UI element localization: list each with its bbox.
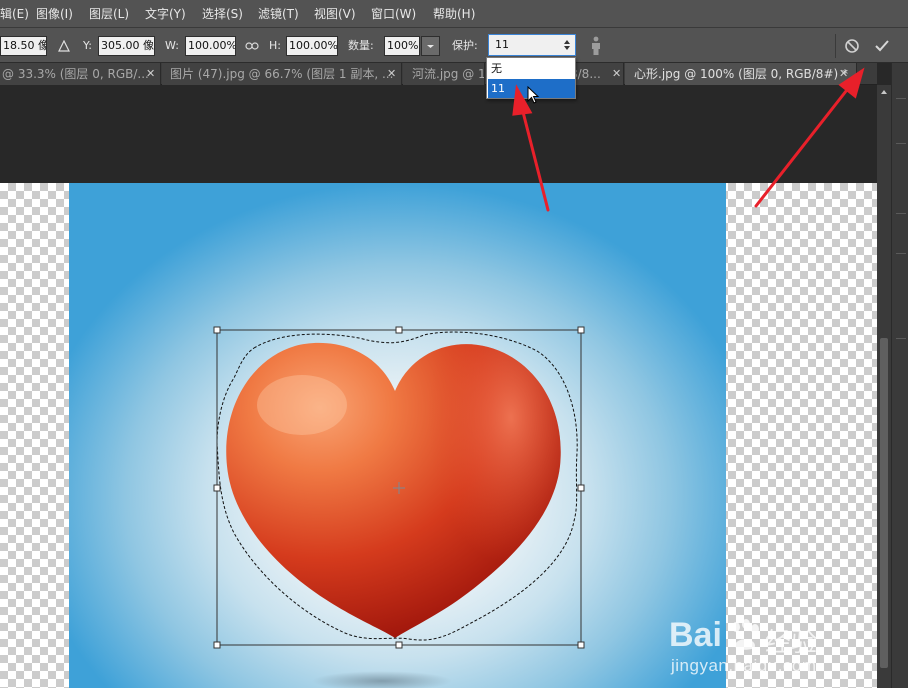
heart-shadow [312,671,452,688]
menu-help[interactable]: 帮助(H) [433,5,475,22]
commit-transform-icon[interactable] [874,38,890,54]
tab-doc-3[interactable]: 河流.jpg @ 1 [403,63,485,85]
dock-divider [896,143,906,144]
document-tabs: @ 33.3% (图层 0, RGB/... ✕ 图片 (47).jpg @ 6… [0,63,877,85]
link-icon[interactable] [245,41,259,51]
scroll-up-icon[interactable] [877,87,891,97]
heart-artwork [213,326,585,688]
menu-view[interactable]: 视图(V) [314,5,356,22]
cancel-transform-icon[interactable] [844,38,860,54]
protect-select-value: 11 [495,38,509,51]
relative-position-icon[interactable] [58,40,70,52]
close-icon[interactable]: ✕ [387,63,396,85]
close-icon[interactable]: ✕ [146,63,155,85]
vertical-scrollbar[interactable] [877,85,891,688]
watermark-url: jingyan.baidu.com [671,656,817,675]
tab-label: @ 33.3% (图层 0, RGB/... [2,67,149,81]
dock-divider [896,98,906,99]
chevron-down-icon [427,45,434,48]
tab-label: 图片 (47).jpg @ 66.7% (图层 1 副本, ... [170,67,394,81]
heart-highlight-right [395,344,561,638]
width-field[interactable]: 100.00% [185,36,236,56]
x-position-field[interactable]: 18.50 像素 [0,36,47,56]
density-field[interactable]: 100% [384,36,420,56]
density-label: 数量: [348,39,374,52]
height-field[interactable]: 100.00% [286,36,338,56]
dock-divider [896,213,906,214]
y-position-field[interactable]: 305.00 像素 [98,36,155,56]
watermark: Bai 经验 jingyan.baidu.com [669,616,829,676]
photoshop-window: 辑(E) 图像(I) 图层(L) 文字(Y) 选择(S) 滤镜(T) 视图(V)… [0,0,908,688]
close-icon[interactable]: ✕ [612,63,621,85]
scrollbar-thumb[interactable] [880,338,888,668]
person-icon[interactable] [590,36,602,56]
close-icon[interactable]: ✕ [839,63,848,85]
menu-filter[interactable]: 滤镜(T) [258,5,299,22]
dock-divider [896,338,906,339]
options-bar: 18.50 像素 Y: 305.00 像素 W: 100.00% H: 100.… [0,28,908,63]
menu-image[interactable]: 图像(I) [36,5,73,22]
protect-label: 保护: [452,39,478,52]
options-separator [835,34,836,58]
heart-gloss [257,375,347,435]
panel-dock [891,63,908,688]
document-image[interactable] [69,183,726,688]
height-label: H: [269,39,281,52]
tab-doc-1[interactable]: @ 33.3% (图层 0, RGB/... ✕ [0,63,161,85]
protect-select[interactable]: 11 [488,34,576,56]
y-label: Y: [83,39,92,52]
density-dropdown-button[interactable] [421,36,440,56]
watermark-brand: Bai [669,616,722,654]
protect-option-none[interactable]: 无 [488,59,575,78]
width-label: W: [165,39,179,52]
menu-window[interactable]: 窗口(W) [371,5,416,22]
paw-icon [732,619,759,650]
tab-doc-2[interactable]: 图片 (47).jpg @ 66.7% (图层 1 副本, ... ✕ [162,63,402,85]
menu-type[interactable]: 文字(Y) [145,5,186,22]
tab-label: 河流.jpg @ 1 [412,67,485,81]
tab-doc-3-rest[interactable]: 8/8... ✕ [576,63,624,85]
watermark-brand-cn: 经验 [765,627,818,657]
tab-label: 心形.jpg @ 100% (图层 0, RGB/8#) * [634,67,848,81]
tab-label: 8/8... [576,67,601,81]
mouse-cursor-icon [527,86,540,104]
canvas-workspace: Bai 经验 jingyan.baidu.com [0,85,877,688]
menu-edit[interactable]: 辑(E) [0,5,29,22]
menu-bar: 辑(E) 图像(I) 图层(L) 文字(Y) 选择(S) 滤镜(T) 视图(V)… [0,0,908,28]
updown-arrows-icon [564,40,570,50]
menu-select[interactable]: 选择(S) [202,5,243,22]
menu-layer[interactable]: 图层(L) [89,5,129,22]
tab-doc-active[interactable]: 心形.jpg @ 100% (图层 0, RGB/8#) * ✕ [625,63,857,85]
dock-divider [896,253,906,254]
